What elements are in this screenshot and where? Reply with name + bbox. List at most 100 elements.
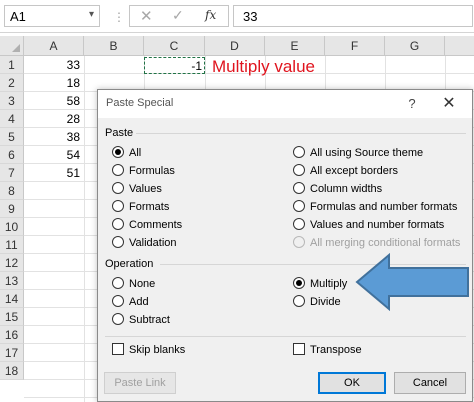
- help-button[interactable]: ?: [402, 94, 422, 114]
- column-header-g[interactable]: G: [385, 36, 445, 56]
- row-header-18[interactable]: 18: [0, 362, 24, 380]
- dialog-titlebar[interactable]: Paste Special ? ✕: [98, 90, 472, 118]
- cancel-icon[interactable]: ✕: [140, 7, 153, 25]
- name-box[interactable]: A1 ▾: [4, 5, 100, 27]
- operation-option-multiply[interactable]: Multiply: [293, 276, 347, 292]
- column-header-c[interactable]: C: [144, 36, 205, 56]
- chevron-down-icon[interactable]: ▾: [89, 9, 94, 20]
- option-label: Formulas and number formats: [310, 201, 458, 213]
- option-label: Multiply: [310, 278, 348, 290]
- paste-option-comments[interactable]: Comments: [112, 217, 182, 233]
- radio-icon[interactable]: [293, 295, 305, 308]
- paste-option-formulas[interactable]: Formulas: [112, 163, 175, 179]
- row-header-4[interactable]: 4: [0, 110, 24, 128]
- annotation-label: Multiply value: [212, 57, 315, 76]
- operation-option-none[interactable]: None: [112, 276, 155, 292]
- radio-icon[interactable]: [112, 218, 124, 231]
- row-header-1[interactable]: 1: [0, 56, 24, 74]
- radio-selected-icon[interactable]: [293, 277, 305, 290]
- row-header-13[interactable]: 13: [0, 272, 24, 290]
- column-header-f[interactable]: F: [325, 36, 385, 56]
- cell-a4[interactable]: 28: [24, 110, 80, 128]
- cell-a3[interactable]: 58: [24, 92, 80, 110]
- paste-special-dialog: Paste Special ? ✕ Paste All Formulas Val…: [97, 89, 473, 402]
- operation-option-subtract[interactable]: Subtract: [112, 312, 170, 328]
- cell-a2[interactable]: 18: [24, 74, 80, 92]
- option-label: Divide: [310, 296, 341, 308]
- radio-icon[interactable]: [112, 313, 124, 326]
- row-header-17[interactable]: 17: [0, 344, 24, 362]
- radio-icon[interactable]: [293, 200, 305, 213]
- radio-icon[interactable]: [293, 182, 305, 195]
- select-all-corner[interactable]: [0, 36, 24, 56]
- row-header-2[interactable]: 2: [0, 74, 24, 92]
- cell-a1[interactable]: 33: [24, 56, 80, 74]
- column-header-d[interactable]: D: [205, 36, 265, 56]
- row-header-5[interactable]: 5: [0, 128, 24, 146]
- skip-blanks-checkbox[interactable]: Skip blanks: [112, 342, 185, 358]
- row-header-16[interactable]: 16: [0, 326, 24, 344]
- column-header-b[interactable]: B: [84, 36, 144, 56]
- checkbox-icon[interactable]: [293, 343, 305, 356]
- operation-option-add[interactable]: Add: [112, 294, 149, 310]
- radio-icon[interactable]: [293, 218, 305, 231]
- transpose-checkbox[interactable]: Transpose: [293, 342, 362, 358]
- drag-handle-icon[interactable]: ⋮: [113, 10, 125, 24]
- name-box-value: A1: [10, 9, 26, 24]
- ok-button[interactable]: OK: [318, 372, 386, 394]
- paste-option-values-number-formats[interactable]: Values and number formats: [293, 217, 444, 233]
- row-header-10[interactable]: 10: [0, 218, 24, 236]
- cancel-button[interactable]: Cancel: [394, 372, 466, 394]
- column-header-partial[interactable]: [445, 36, 474, 56]
- divider: [105, 336, 466, 337]
- row-header-14[interactable]: 14: [0, 290, 24, 308]
- cell-a7[interactable]: 51: [24, 164, 80, 182]
- option-label: All except borders: [310, 165, 399, 177]
- cell-a6[interactable]: 54: [24, 146, 80, 164]
- row-header-3[interactable]: 3: [0, 92, 24, 110]
- paste-option-values[interactable]: Values: [112, 181, 162, 197]
- radio-icon[interactable]: [112, 236, 124, 249]
- option-label: Values: [129, 183, 162, 195]
- checkbox-icon[interactable]: [112, 343, 124, 356]
- radio-icon[interactable]: [293, 164, 305, 177]
- option-label: Validation: [129, 237, 177, 249]
- row-header-9[interactable]: 9: [0, 200, 24, 218]
- column-header-a[interactable]: A: [24, 36, 84, 56]
- option-label: Transpose: [310, 344, 362, 356]
- paste-option-formulas-number-formats[interactable]: Formulas and number formats: [293, 199, 457, 215]
- paste-option-source-theme[interactable]: All using Source theme: [293, 145, 423, 161]
- paste-option-column-widths[interactable]: Column widths: [293, 181, 382, 197]
- row-header-12[interactable]: 12: [0, 254, 24, 272]
- cell-c1-value: -1: [191, 59, 202, 73]
- operation-option-divide[interactable]: Divide: [293, 294, 341, 310]
- column-header-e[interactable]: E: [265, 36, 325, 56]
- row-header-8[interactable]: 8: [0, 182, 24, 200]
- row-header-6[interactable]: 6: [0, 146, 24, 164]
- insert-function-icon[interactable]: fx: [205, 8, 216, 22]
- option-label: All using Source theme: [310, 147, 424, 159]
- paste-option-except-borders[interactable]: All except borders: [293, 163, 398, 179]
- paste-option-validation[interactable]: Validation: [112, 235, 177, 251]
- enter-icon[interactable]: ✓: [172, 7, 184, 24]
- row-header-7[interactable]: 7: [0, 164, 24, 182]
- close-button[interactable]: ✕: [436, 93, 462, 115]
- grid-line: [84, 56, 85, 402]
- radio-selected-icon[interactable]: [112, 146, 124, 159]
- row-header-11[interactable]: 11: [0, 236, 24, 254]
- radio-icon[interactable]: [112, 200, 124, 213]
- radio-icon[interactable]: [112, 164, 124, 177]
- formula-input[interactable]: 33: [233, 5, 473, 27]
- option-label: Comments: [129, 219, 183, 231]
- option-label: All: [129, 147, 142, 159]
- radio-icon[interactable]: [112, 295, 124, 308]
- cell-a5[interactable]: 38: [24, 128, 80, 146]
- row-header-15[interactable]: 15: [0, 308, 24, 326]
- cell-c1-copied[interactable]: -1: [144, 57, 205, 74]
- radio-icon[interactable]: [112, 277, 124, 290]
- paste-option-formats[interactable]: Formats: [112, 199, 169, 215]
- option-label: All merging conditional formats: [310, 237, 461, 249]
- radio-icon[interactable]: [112, 182, 124, 195]
- radio-icon[interactable]: [293, 146, 305, 159]
- paste-option-all[interactable]: All: [112, 145, 141, 161]
